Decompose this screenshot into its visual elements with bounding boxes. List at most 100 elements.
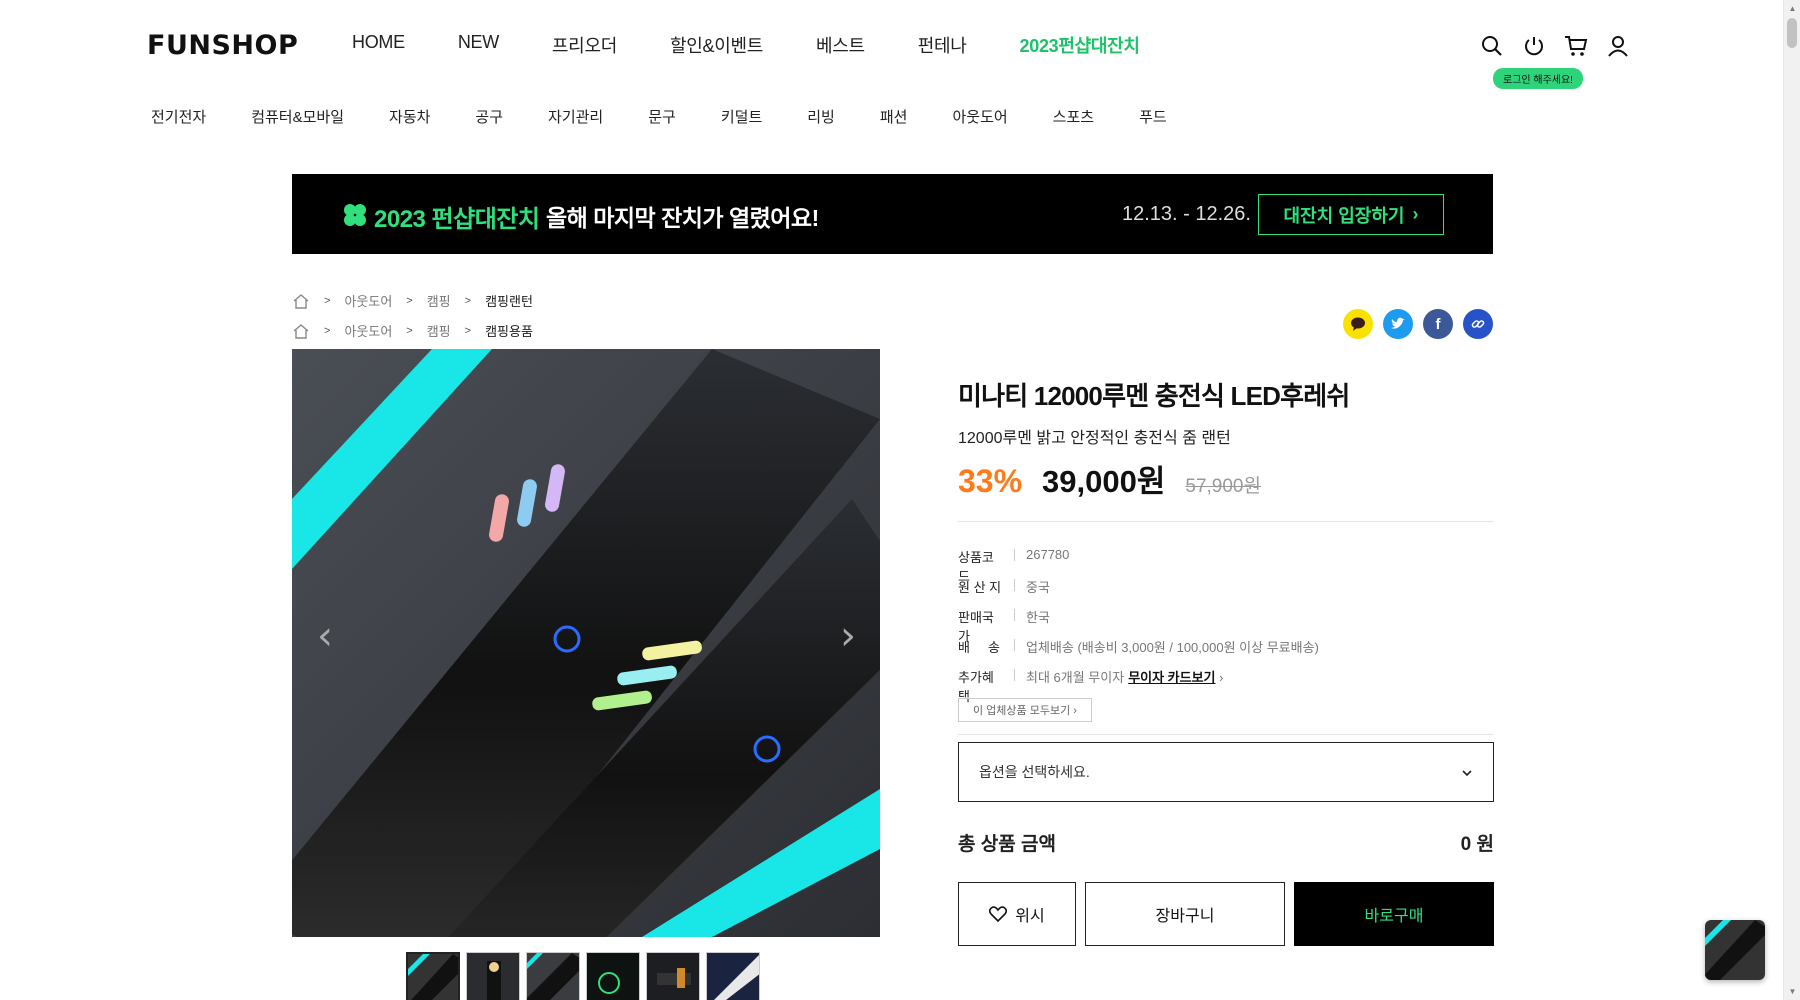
divider xyxy=(958,734,1494,735)
category-electronics[interactable]: 전기전자 xyxy=(151,106,206,127)
user-icon[interactable] xyxy=(1606,34,1630,58)
product-thumbnail[interactable] xyxy=(466,952,520,1000)
interest-free-card-link[interactable]: 무이자 카드보기 › xyxy=(1128,667,1223,705)
site-logo[interactable]: FUNSHOP xyxy=(147,30,298,61)
svg-text:›: › xyxy=(840,613,856,659)
chevron-right-icon: > xyxy=(464,294,472,307)
svg-text:‹: ‹ xyxy=(317,613,333,659)
wish-button[interactable]: 위시 xyxy=(958,882,1076,946)
category-sports[interactable]: 스포츠 xyxy=(1053,106,1094,127)
product-thumbnail[interactable] xyxy=(646,952,700,1000)
scroll-up-icon[interactable]: ▲ xyxy=(1784,0,1800,17)
nav-sale-event[interactable]: 할인&이벤트 xyxy=(670,32,763,58)
total-label: 총 상품 금액 xyxy=(958,834,1056,855)
product-thumbnail[interactable] xyxy=(586,952,640,1000)
product-thumbnails xyxy=(406,952,760,1000)
cart-button[interactable]: 장바구니 xyxy=(1085,882,1285,946)
banner-button-label: 대잔치 입장하기 xyxy=(1283,205,1405,226)
product-info: 미나티 12000루멘 충전식 LED후레쉬 12000루멘 밝고 안정적인 충… xyxy=(958,376,1494,946)
category-tools[interactable]: 공구 xyxy=(475,106,503,127)
product-thumbnail[interactable] xyxy=(526,952,580,1000)
facebook-share-icon[interactable]: f xyxy=(1423,309,1453,339)
event-banner[interactable]: 2023 펀샵대잔치 올해 마지막 잔치가 열렸어요! 12.13. - 12.… xyxy=(292,174,1493,254)
purchase-buttons: 위시 장바구니 바로구매 xyxy=(958,882,1494,946)
home-icon[interactable] xyxy=(292,323,310,339)
link-copy-icon[interactable] xyxy=(1463,309,1493,339)
recent-viewed-thumbnail[interactable] xyxy=(1705,920,1765,980)
category-selfcare[interactable]: 자기관리 xyxy=(548,106,603,127)
category-food[interactable]: 푸드 xyxy=(1139,106,1167,127)
price-row: 33% 39,000원 57,900원 xyxy=(958,456,1261,501)
category-fashion[interactable]: 패션 xyxy=(880,106,908,127)
banner-subtitle: 올해 마지막 잔치가 열렸어요! xyxy=(546,205,819,231)
category-outdoor[interactable]: 아웃도어 xyxy=(952,106,1007,127)
scroll-down-icon[interactable]: ▼ xyxy=(1784,983,1800,1000)
option-select-placeholder: 옵션을 선택하세요. xyxy=(979,764,1090,780)
product-description: 12000루멘 밝고 안정적인 충전식 줌 랜턴 xyxy=(958,430,1231,447)
heart-icon xyxy=(989,906,1008,922)
chevron-right-icon: > xyxy=(324,324,331,337)
category-stationery[interactable]: 문구 xyxy=(648,106,676,127)
category-computer-mobile[interactable]: 컴퓨터&모바일 xyxy=(251,106,344,127)
breadcrumb-item[interactable]: 캠핑용품 xyxy=(485,321,533,340)
home-icon[interactable] xyxy=(292,293,310,309)
twitter-share-icon[interactable] xyxy=(1383,309,1413,339)
breadcrumb-item[interactable]: 아웃도어 xyxy=(344,291,392,310)
spec-label: 배 송 xyxy=(958,640,1000,655)
product-name: 미나티 12000루멘 충전식 LED후레쉬 xyxy=(958,381,1350,411)
chevron-right-icon: > xyxy=(406,324,413,337)
category-car[interactable]: 자동차 xyxy=(389,106,430,127)
nav-preorder[interactable]: 프리오더 xyxy=(552,32,617,58)
breadcrumb-item[interactable]: 캠핑 xyxy=(427,291,451,310)
nav-event-2023[interactable]: 2023펀샵대잔치 xyxy=(1020,32,1140,58)
chevron-right-icon: > xyxy=(324,294,331,307)
breadcrumb-item[interactable]: 캠핑랜턴 xyxy=(485,291,533,310)
nav-home[interactable]: HOME xyxy=(352,32,405,58)
share-buttons: f xyxy=(1343,309,1493,339)
page-scrollbar[interactable]: ▲ ▼ xyxy=(1783,0,1800,1000)
banner-title: 2023 펀샵대잔치 xyxy=(374,206,540,233)
total-price-row: 총 상품 금액 0 원 xyxy=(958,829,1494,856)
breadcrumb: > 아웃도어 > 캠핑 > 캠핑용품 xyxy=(292,321,533,340)
login-tooltip: 로그인 해주세요! xyxy=(1493,68,1583,89)
product-thumbnail[interactable] xyxy=(706,952,760,1000)
chevron-right-icon: › xyxy=(1412,204,1419,224)
spec-row: 배 송 업체배송 (배송비 3,000원 / 100,000원 이상 무료배송) xyxy=(958,637,1319,656)
search-icon[interactable] xyxy=(1480,34,1504,58)
nav-new[interactable]: NEW xyxy=(458,32,499,58)
clover-icon xyxy=(344,204,366,226)
category-living[interactable]: 리빙 xyxy=(807,106,835,127)
breadcrumb-item[interactable]: 아웃도어 xyxy=(344,321,392,340)
main-nav: HOME NEW 프리오더 할인&이벤트 베스트 펀테나 2023펀샵대잔치 xyxy=(352,32,1193,58)
spec-label: 원 산 지 xyxy=(958,580,1002,595)
original-price: 57,900원 xyxy=(1185,476,1261,497)
breadcrumb-item[interactable]: 캠핑 xyxy=(427,321,451,340)
breadcrumb: > 아웃도어 > 캠핑 > 캠핑랜턴 xyxy=(292,291,533,310)
seller-products-button[interactable]: 이 업체상품 모두보기 › xyxy=(958,698,1092,722)
product-thumbnail[interactable] xyxy=(406,952,460,1000)
utility-icons xyxy=(1480,34,1630,58)
category-nav: 전기전자 컴퓨터&모바일 자동차 공구 자기관리 문구 키덜트 리빙 패션 아웃… xyxy=(151,106,1212,127)
category-kidult[interactable]: 키덜트 xyxy=(721,106,762,127)
option-select[interactable]: 옵션을 선택하세요. xyxy=(958,742,1494,802)
buy-now-button[interactable]: 바로구매 xyxy=(1294,882,1494,946)
power-icon[interactable] xyxy=(1522,34,1546,58)
chevron-right-icon: > xyxy=(464,324,472,337)
nav-best[interactable]: 베스트 xyxy=(816,32,865,58)
kakao-share-icon[interactable] xyxy=(1343,309,1373,339)
chevron-down-icon xyxy=(1461,764,1473,780)
chevron-right-icon: > xyxy=(406,294,413,307)
banner-enter-button[interactable]: 대잔치 입장하기 › xyxy=(1258,194,1444,235)
discount-rate: 33% xyxy=(958,463,1023,499)
spec-value: 업체배송 (배송비 3,000원 / 100,000원 이상 무료배송) xyxy=(1026,640,1319,655)
product-main-image[interactable]: ‹ › xyxy=(292,349,880,937)
nav-funtena[interactable]: 펀테나 xyxy=(918,32,967,58)
sale-price: 39,000원 xyxy=(1042,464,1166,499)
divider xyxy=(958,521,1494,522)
spec-row: 원 산 지 중국 xyxy=(958,577,1050,596)
total-value: 0 원 xyxy=(1460,834,1494,855)
scroll-thumb[interactable] xyxy=(1787,18,1797,48)
banner-date: 12.13. - 12.26. xyxy=(1122,203,1251,225)
cart-icon[interactable] xyxy=(1564,34,1588,58)
spec-value: 중국 xyxy=(1026,580,1050,595)
